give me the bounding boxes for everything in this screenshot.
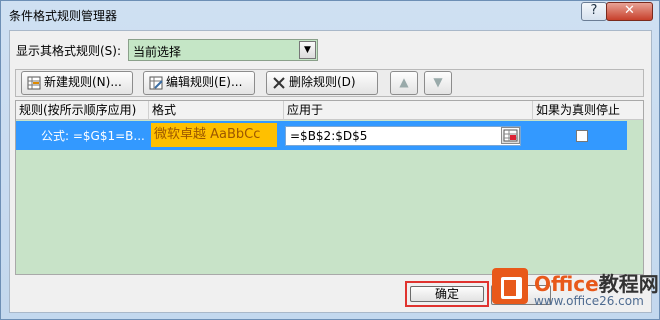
office-logo-icon	[492, 268, 528, 304]
chevron-down-icon[interactable]: ▼	[299, 41, 316, 59]
watermark: Office教程网 www.office26.com	[488, 262, 659, 314]
show-rules-label: 显示其格式规则(S):	[16, 44, 122, 58]
column-header-applies-to[interactable]: 应用于	[284, 101, 533, 120]
column-header-format[interactable]: 格式	[149, 101, 284, 120]
move-up-button[interactable]: ▲	[390, 71, 418, 95]
watermark-brand: Office教程网	[534, 268, 659, 297]
new-rule-label: 新建规则(N)...	[44, 75, 122, 89]
help-button[interactable]: ?	[581, 2, 607, 21]
rules-table: 规则(按所示顺序应用) 格式 应用于 如果为真则停止 公式: =$G$1=B..…	[15, 100, 644, 275]
column-header-stop-if-true[interactable]: 如果为真则停止	[533, 101, 643, 120]
title-bar: 条件格式规则管理器 ? ✕	[1, 1, 659, 29]
watermark-brand-b: 教程网	[598, 272, 659, 296]
watermark-url: www.office26.com	[534, 294, 644, 308]
rules-toolbar: 新建规则(N)... 编辑规则(E)... 删除规则(D) ▲ ▼	[15, 69, 644, 97]
move-down-button[interactable]: ▼	[424, 71, 452, 95]
watermark-brand-a: Office	[534, 272, 599, 296]
rule-formula: 公式: =$G$1=B...	[41, 129, 145, 143]
column-header-rule[interactable]: 规则(按所示顺序应用)	[16, 101, 149, 120]
delete-rule-button[interactable]: 删除规则(D)	[266, 71, 378, 95]
ok-button[interactable]: 确定	[410, 286, 484, 302]
edit-rule-icon	[149, 76, 163, 90]
delete-x-icon	[272, 76, 286, 90]
close-window-button[interactable]: ✕	[606, 2, 653, 21]
applies-to-input[interactable]: =$B$2:$D$5	[285, 126, 521, 146]
dialog-title: 条件格式规则管理器	[9, 9, 118, 23]
edit-rule-label: 编辑规则(E)...	[166, 75, 243, 89]
edit-rule-button[interactable]: 编辑规则(E)...	[143, 71, 255, 95]
delete-rule-label: 删除规则(D)	[289, 75, 356, 89]
table-row[interactable]: 公式: =$G$1=B... 微软卓越 AaBbCc =$B$2:$D$5	[16, 121, 627, 150]
ok-highlight-box: 确定	[405, 281, 489, 307]
new-rule-icon	[27, 76, 41, 90]
show-rules-dropdown[interactable]: 当前选择 ▼	[128, 39, 318, 61]
stop-if-true-checkbox[interactable]	[576, 130, 588, 142]
range-select-icon[interactable]	[501, 127, 520, 144]
new-rule-button[interactable]: 新建规则(N)...	[21, 71, 133, 95]
show-rules-value: 当前选择	[133, 45, 182, 59]
format-preview: 微软卓越 AaBbCc	[151, 123, 277, 147]
